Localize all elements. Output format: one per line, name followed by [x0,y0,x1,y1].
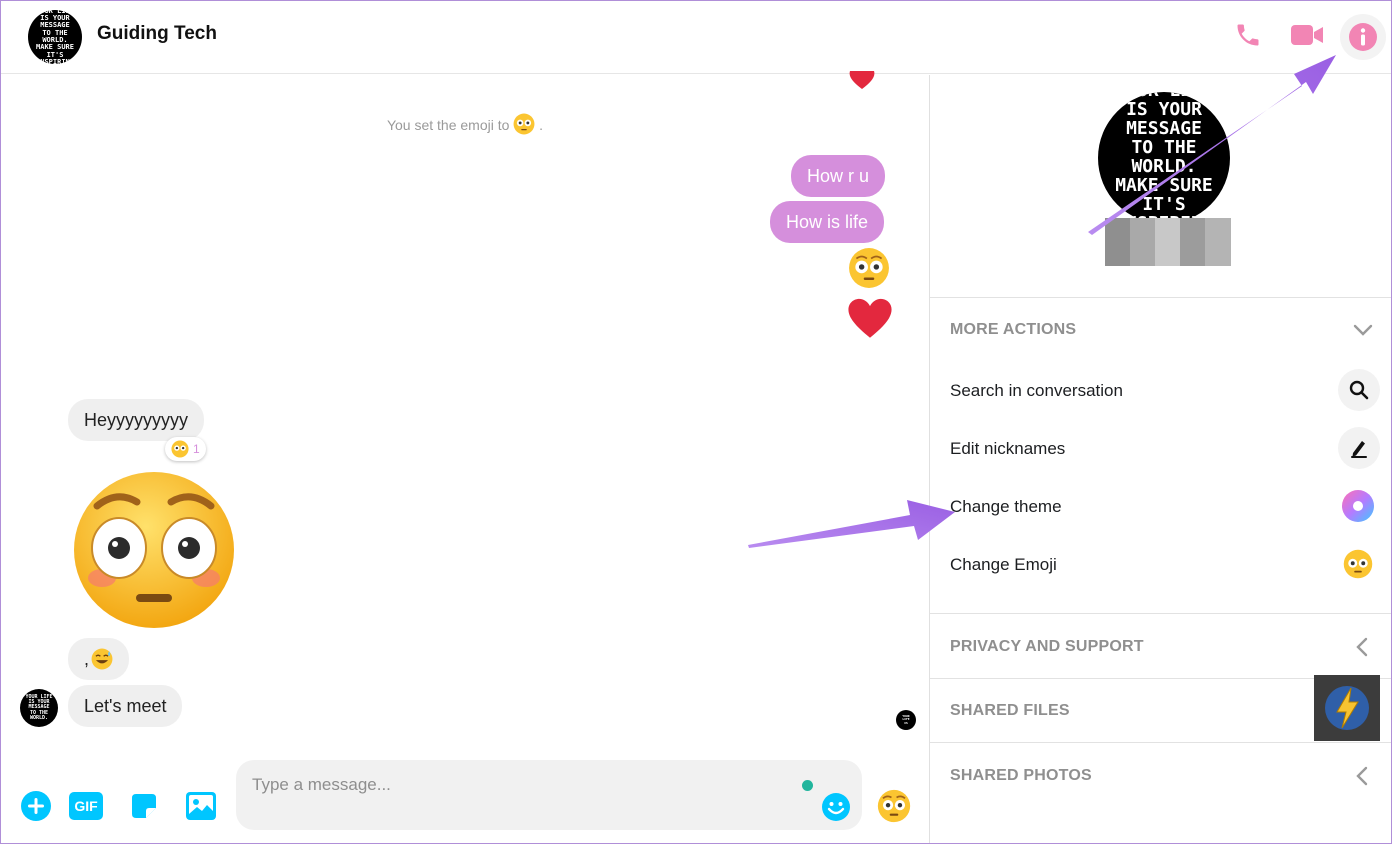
video-camera-icon [1291,25,1323,45]
conversation-info-panel: YOUR LIFEIS YOURMESSAGETO THEWORLD.MAKE … [930,75,1391,843]
phone-icon [1237,24,1259,46]
privacy-support-heading[interactable]: PRIVACY AND SUPPORT [950,638,1144,656]
emoji-picker-icon[interactable] [821,792,851,822]
flushed-emoji-icon [513,113,535,135]
shared-files-heading[interactable]: SHARED FILES [950,702,1070,720]
photo-button[interactable] [185,790,217,822]
incoming-message[interactable]: Heyyyyyyyyy [68,399,205,441]
message-input[interactable] [252,772,792,798]
message-reaction[interactable]: 1 [165,437,206,461]
edit-nicknames-button[interactable] [1338,427,1380,469]
blurred-contact-name [1105,218,1231,266]
section-divider [930,297,1391,298]
lightning-app-thumbnail [1314,675,1380,741]
avatar-text: YOUR LIFEIS YOURMESSAGETO THEWORLD.MAKE … [1115,92,1213,224]
action-edit-nicknames[interactable]: Edit nicknames [950,439,1065,459]
outgoing-message[interactable]: How is life [770,201,885,243]
shared-photos-heading[interactable]: SHARED PHOTOS [950,767,1092,785]
heart-emoji-icon [848,298,892,338]
info-icon [1349,23,1377,51]
large-flushed-emoji-icon [74,472,234,628]
more-options-button[interactable] [20,790,52,822]
heart-emoji-icon [849,71,875,89]
incoming-message[interactable]: , [68,638,130,680]
conversation-info-button[interactable] [1340,14,1386,60]
contact-name[interactable]: Guiding Tech [97,23,217,45]
theme-icon[interactable] [1341,489,1375,523]
chevron-left-icon[interactable] [1351,635,1375,659]
avatar-text: YOUR LIFEIS YOURMESSAGETO THEWORLD.MAKE … [36,10,74,64]
search-action-button[interactable] [1338,369,1380,411]
outgoing-message[interactable]: How r u [791,155,886,197]
video-call-button[interactable] [1287,15,1327,55]
chevron-down-icon[interactable] [1351,318,1375,342]
more-actions-heading[interactable]: MORE ACTIONS [950,321,1076,339]
message-thread[interactable]: You set the emoji to . How r u How is li… [1,71,929,843]
incoming-message-text: , [84,648,90,669]
grinning-sweat-emoji-icon [91,648,113,670]
contact-avatar[interactable]: YOUR LIFE IS YOUR MESSAGE TO THE WORLD. MAKE … [28,10,82,64]
flushed-emoji-icon [171,440,189,458]
system-message-text: You set the emoji to [386,117,510,133]
system-message: You set the emoji to . [1,113,929,135]
sender-avatar[interactable]: YOUR LIFE IS YOUR MESSAGE TO THE WORLD. [20,689,58,727]
plus-circle-icon [21,791,51,821]
reaction-count: 1 [193,442,200,456]
flushed-emoji-icon[interactable] [1343,549,1373,579]
gif-button[interactable]: GIF [68,790,104,822]
section-divider [930,742,1391,743]
lightning-bolt-icon [1325,686,1369,730]
action-change-theme[interactable]: Change theme [950,497,1062,517]
action-change-emoji[interactable]: Change Emoji [950,555,1057,575]
profile-picture[interactable]: YOUR LIFEIS YOURMESSAGETO THEWORLD.MAKE … [1098,92,1230,224]
read-receipt-avatar: YOUR LIFE IS [896,710,916,730]
search-icon [1349,380,1369,400]
section-divider [930,613,1391,614]
image-icon [186,792,216,820]
sticker-icon [132,794,156,818]
incoming-message[interactable]: Let's meet [68,685,183,727]
message-composer[interactable] [236,760,862,830]
conversation-header: YOUR LIFE IS YOUR MESSAGE TO THE WORLD. MAKE … [1,1,1391,74]
avatar-text: YOUR LIFE IS YOUR MESSAGE TO THE WORLD. [25,693,53,721]
action-search-in-conversation[interactable]: Search in conversation [950,381,1123,401]
flushed-emoji-icon [849,248,889,288]
gif-icon: GIF [69,792,103,820]
pencil-icon [1351,441,1367,458]
chevron-left-icon[interactable] [1351,764,1375,788]
sticker-button[interactable] [128,790,160,822]
send-emoji-button[interactable] [877,789,911,823]
typing-indicator-dot [802,780,813,791]
system-message-period: . [539,117,544,133]
avatar-text: YOUR LIFE IS [902,714,910,725]
phone-call-button[interactable] [1228,15,1268,55]
